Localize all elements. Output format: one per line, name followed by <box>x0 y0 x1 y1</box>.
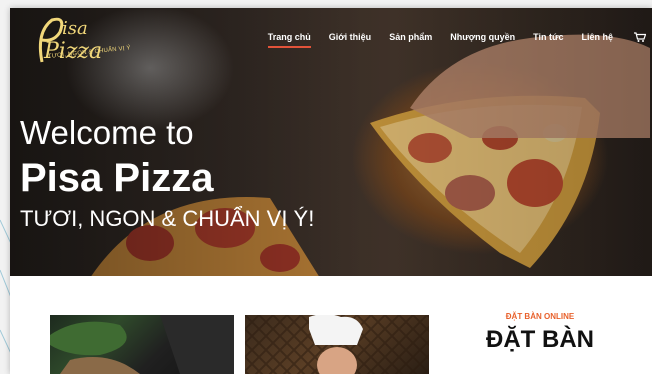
nav-item-franchise[interactable]: Nhượng quyền <box>441 32 524 42</box>
nav-item-products[interactable]: Sản phẩm <box>380 32 441 42</box>
card-image-chef[interactable] <box>245 315 429 374</box>
hero-tagline: TƯƠI, NGON & CHUẨN VỊ Ý! <box>20 206 315 231</box>
main-nav: Trang chủ Giới thiệu Sản phẩm Nhượng quy… <box>259 32 646 48</box>
reservation-kicker: ĐẶT BÀN ONLINE <box>505 312 575 321</box>
chef-image <box>245 315 429 374</box>
svg-text:isa: isa <box>62 18 88 39</box>
hero-welcome: Welcome to <box>20 114 194 151</box>
card-image-food[interactable] <box>50 315 234 374</box>
cart-icon[interactable] <box>634 32 646 42</box>
basil-image <box>50 315 234 374</box>
reservation-title: ĐẶT BÀN <box>486 326 594 353</box>
nav-item-contact[interactable]: Liên hệ <box>572 32 622 42</box>
pisa-pizza-logo[interactable]: isa Pizza <box>22 12 132 76</box>
nav-item-news[interactable]: Tin tức <box>524 32 572 42</box>
page: isa Pizza TƯƠI, NGON & CHUẨN VỊ Ý Trang … <box>10 8 652 374</box>
nav-item-about[interactable]: Giới thiệu <box>320 32 380 42</box>
hero-banner: isa Pizza TƯƠI, NGON & CHUẨN VỊ Ý Trang … <box>10 8 652 276</box>
hero-brand-name: Pisa Pizza <box>20 156 214 200</box>
nav-item-home[interactable]: Trang chủ <box>259 32 320 48</box>
